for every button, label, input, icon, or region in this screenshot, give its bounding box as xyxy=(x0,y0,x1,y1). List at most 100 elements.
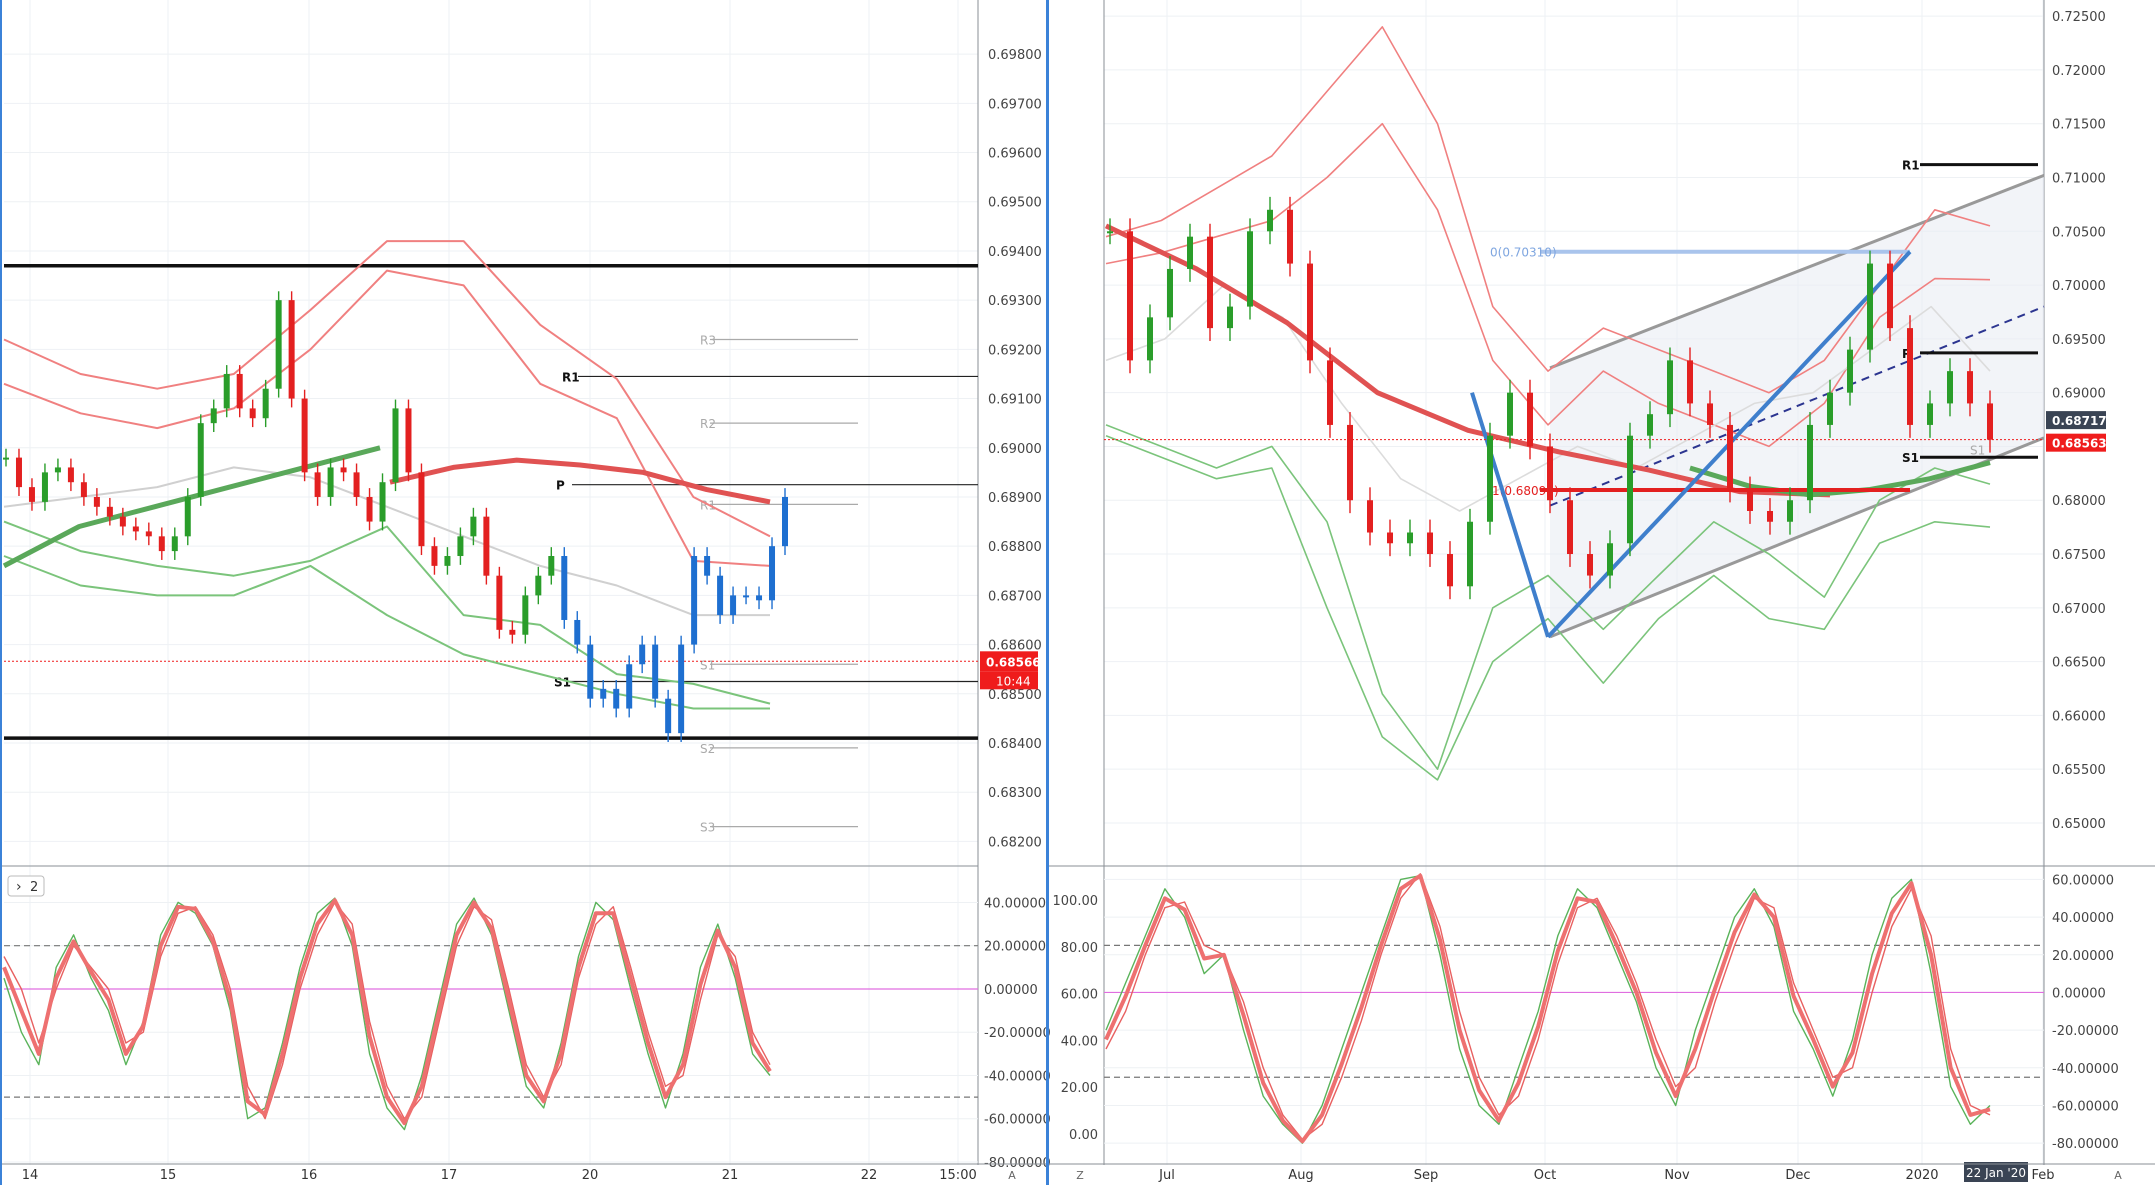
oscillator-tick-label: 0.00000 xyxy=(984,983,1038,998)
oscillator-tick-label: 40.00000 xyxy=(2052,911,2114,926)
fib-level-0-label: 0(0.70310) xyxy=(1490,246,1557,260)
candle-body xyxy=(574,619,581,645)
candle-body xyxy=(548,556,555,576)
price-tick-label: 0.69500 xyxy=(988,196,1042,211)
candle-body xyxy=(1927,403,1933,425)
price-tick-label: 0.68900 xyxy=(988,491,1042,506)
candle-body xyxy=(1367,500,1373,533)
candle-body xyxy=(769,546,776,601)
oscillator-tick-label: -20.00000 xyxy=(2052,1024,2119,1039)
candle-body xyxy=(535,575,542,596)
price-tick-label: 0.69300 xyxy=(988,294,1042,309)
oscillator-tick-label: -80.00000 xyxy=(2052,1137,2119,1152)
pane-count-label: 2 xyxy=(30,880,38,895)
candle-body xyxy=(119,516,126,527)
price-tick-label: 0.70000 xyxy=(2052,279,2106,294)
time-tick-label: 20 xyxy=(582,1168,599,1183)
candle-body xyxy=(1327,360,1333,425)
candle-body xyxy=(93,496,100,507)
candle-body xyxy=(340,467,347,473)
price-tick-label: 0.69400 xyxy=(988,245,1042,260)
candle-body xyxy=(1767,510,1773,522)
time-tick-label: Sep xyxy=(1414,1168,1439,1183)
time-tick-label: Oct xyxy=(1534,1168,1556,1183)
pane-collapse-button[interactable] xyxy=(7,875,45,897)
candle-body xyxy=(314,472,321,497)
candle-body xyxy=(717,575,724,616)
time-tick-label: 15 xyxy=(160,1168,177,1183)
oscillator-tick-label: -40.00000 xyxy=(984,1069,1051,1084)
time-tick-label: 21 xyxy=(722,1168,739,1183)
candle-body xyxy=(1427,532,1433,555)
gray-pivot-label: S3 xyxy=(700,821,715,835)
time-tick-label: 15:00 xyxy=(939,1168,976,1183)
candle-body xyxy=(262,388,269,419)
candle-body xyxy=(3,457,9,460)
candle-body xyxy=(210,408,217,424)
price-tick-label: 0.69000 xyxy=(2052,387,2106,402)
candle-body xyxy=(626,664,633,709)
candle-body xyxy=(1587,554,1593,576)
candle-body xyxy=(80,482,87,497)
candle-body xyxy=(171,536,178,552)
candle-body xyxy=(1567,500,1573,555)
candle-body xyxy=(1547,446,1553,501)
candle-body xyxy=(1307,263,1313,361)
candle-body xyxy=(600,688,607,699)
price-tick-label: 0.68200 xyxy=(988,835,1042,850)
candle-body xyxy=(730,595,737,616)
candle-body xyxy=(1147,317,1153,361)
candle-body xyxy=(1827,392,1833,425)
candle-body xyxy=(1527,392,1533,447)
candle-body xyxy=(1687,360,1693,404)
candle-body xyxy=(1107,231,1113,234)
oscillator-tick-label: -60.00000 xyxy=(984,1113,1051,1128)
candle-body xyxy=(665,698,672,734)
oscillator-tick-label: -40.00000 xyxy=(2052,1062,2119,1077)
pivot-label: R1 xyxy=(1902,159,1920,173)
oscillator-tick-label: 0.00000 xyxy=(2052,986,2106,1001)
price-tick-label: 0.71500 xyxy=(2052,118,2106,133)
candle-body xyxy=(431,546,438,566)
candle-body xyxy=(1887,263,1893,329)
time-tick-label: 17 xyxy=(441,1168,458,1183)
candle-body xyxy=(1507,392,1513,436)
price-tick-label: 0.69800 xyxy=(988,48,1042,63)
pivot-label: P xyxy=(556,479,565,493)
gray-pivot-label: S1 xyxy=(700,658,715,672)
candle-body xyxy=(1207,236,1213,329)
pivot-label: R1 xyxy=(562,370,580,384)
oscillator-tick-label: -20.00000 xyxy=(984,1026,1051,1041)
price-tick-label: 0.68400 xyxy=(988,737,1042,752)
candle-body xyxy=(1247,231,1253,307)
price-tick-label: 0.67000 xyxy=(2052,602,2106,617)
candle-body xyxy=(1467,521,1473,587)
price-tick-label: 0.66500 xyxy=(2052,656,2106,671)
candle-body xyxy=(483,516,490,576)
oscillator-tick-label: 60.00000 xyxy=(2052,873,2114,888)
candle-body xyxy=(743,595,750,598)
candle-body xyxy=(28,487,35,502)
price-tick-label: 0.72500 xyxy=(2052,10,2106,25)
oscillator-tick-label: -60.00000 xyxy=(2052,1099,2119,1114)
candle-body xyxy=(561,556,568,620)
candle-body xyxy=(1167,268,1173,318)
oscillator-left-tick-label: 60.00 xyxy=(1061,988,1098,1003)
candle-body xyxy=(132,526,139,532)
candle-body xyxy=(1447,554,1453,587)
price-tick-label: 0.71000 xyxy=(2052,172,2106,187)
time-tick-label: Nov xyxy=(1664,1168,1690,1183)
oscillator-tick-label: 40.00000 xyxy=(984,896,1046,911)
candle-body xyxy=(782,496,788,547)
candle-body xyxy=(652,644,659,699)
price-tick-label: 0.69500 xyxy=(2052,333,2106,348)
candle-body xyxy=(1747,489,1753,511)
candle-body xyxy=(145,531,152,537)
price-tick-label: 0.68700 xyxy=(988,589,1042,604)
candle-body xyxy=(353,472,360,497)
time-tick-label: Aug xyxy=(1288,1168,1313,1183)
candle-body xyxy=(405,408,412,473)
candle-body xyxy=(158,536,165,552)
candle-body xyxy=(522,595,529,635)
candle-body xyxy=(587,644,594,699)
